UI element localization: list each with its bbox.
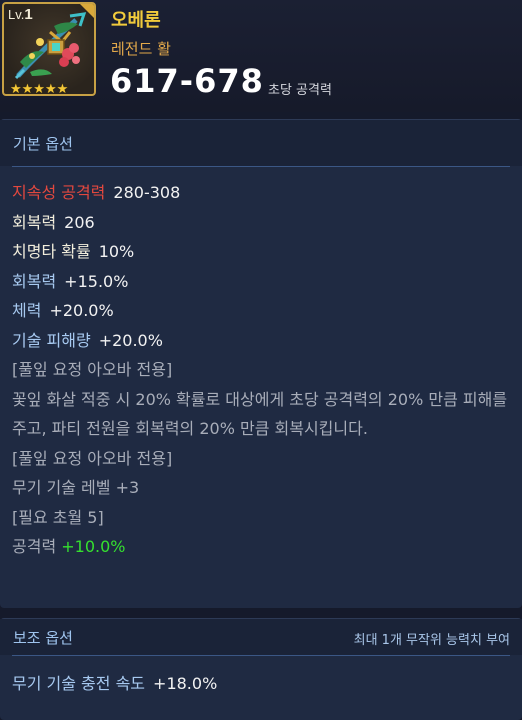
requirement-tag: [필요 초월 5] — [12, 507, 104, 527]
dps-value: 617-678 — [110, 62, 264, 100]
stat-row: 치명타 확률 10% — [12, 237, 514, 267]
item-icon-frame[interactable]: Lv.1 ★★★★★ — [2, 2, 96, 96]
sub-options-header: 보조 옵션 최대 1개 무작위 능력치 부여 — [0, 619, 522, 655]
stat-value: 206 — [64, 212, 95, 232]
stat-value: +20.0% — [49, 301, 114, 320]
divider — [12, 655, 510, 656]
stat-row: 기술 피해량 +20.0% — [12, 326, 514, 356]
sub-stat-value: +18.0% — [153, 674, 218, 693]
dps-unit: 초당 공격력 — [268, 83, 332, 98]
stat-value: 10% — [98, 242, 135, 261]
item-star-rating: ★★★★★ — [10, 82, 69, 96]
basic-options-panel: 기본 옵션 지속성 공격력 280-308 회복력 206 치명타 확률 10% 회복… — [0, 119, 522, 608]
attack-bonus-row: 공격력 +10.0% — [12, 532, 514, 562]
stat-row: 회복력 +15.0% — [12, 267, 514, 297]
sub-options-panel: 보조 옵션 최대 1개 무작위 능력치 부여 무기 기술 충전 속도 +18.0% — [0, 618, 522, 720]
attack-bonus-label: 공격력 — [12, 537, 57, 556]
stat-value: +20.0% — [98, 330, 163, 350]
item-name: 오베론 — [111, 10, 161, 31]
stat-row: 체력 +20.0% — [12, 296, 514, 326]
stat-value: 280-308 — [113, 183, 181, 202]
legendary-bow-icon — [14, 12, 87, 80]
basic-options-title: 기본 옵션 — [13, 135, 73, 153]
basic-options-header: 기본 옵션 — [0, 120, 522, 166]
skill-level-bonus: 무기 기술 레벨 +3 — [12, 478, 140, 497]
stat-value: +15.0% — [64, 271, 129, 291]
stat-label: 기술 피해량 — [12, 330, 91, 350]
divider — [12, 166, 510, 167]
effect-description: 꽃잎 화살 적중 시 20% 확률로 대상에게 초당 공격력의 20% 만큼 피… — [12, 389, 508, 439]
set-tag: [풀잎 요정 아오바 전용] — [12, 448, 173, 468]
stat-row: 지속성 공격력 280-308 — [12, 178, 514, 208]
set-tag: [풀잎 요정 아오바 전용] — [12, 360, 173, 379]
item-header: Lv.1 ★★★★★ 오베론 레전드 활 617-678 초당 공격력 — [0, 0, 522, 112]
stat-label: 지속성 공격력 — [12, 183, 106, 202]
stat-row: 회복력 206 — [12, 208, 514, 238]
stat-label: 체력 — [12, 301, 42, 320]
stat-label: 회복력 — [12, 212, 57, 232]
basic-options-list: 지속성 공격력 280-308 회복력 206 치명타 확률 10% 회복력 +15.0… — [12, 178, 514, 562]
sub-stat-row: 무기 기술 충전 속도 +18.0% — [12, 670, 217, 694]
sub-stat-label: 무기 기술 충전 속도 — [12, 674, 146, 693]
attack-bonus-value: +10.0% — [61, 537, 126, 556]
stat-label: 회복력 — [12, 271, 57, 291]
item-grade: 레전드 활 — [111, 40, 171, 58]
sub-options-title: 보조 옵션 — [13, 629, 73, 647]
sub-options-note: 최대 1개 무작위 능력치 부여 — [353, 633, 510, 648]
stat-label: 치명타 확률 — [12, 242, 91, 261]
